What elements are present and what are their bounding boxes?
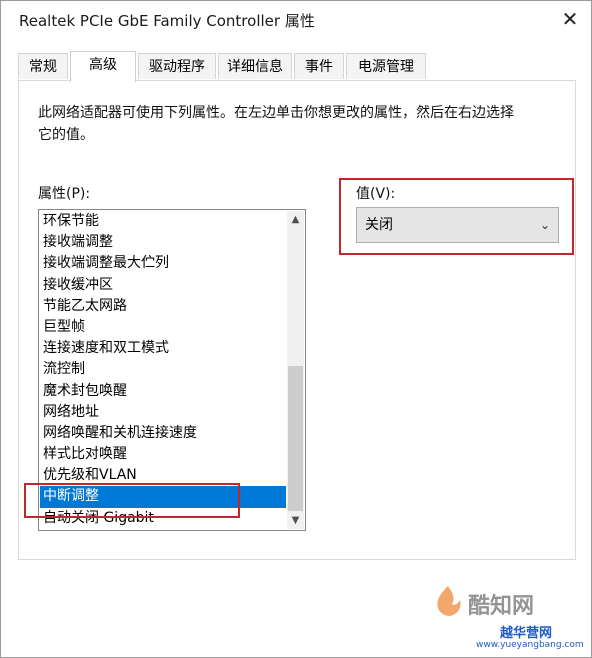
list-item[interactable]: 网络唤醒和关机连接速度 xyxy=(40,423,286,444)
flame-logo-icon xyxy=(437,586,461,616)
list-item[interactable]: 接收缓冲区 xyxy=(40,275,286,296)
tab-power-management[interactable]: 电源管理 xyxy=(346,53,426,79)
scroll-up-icon[interactable]: ▲ xyxy=(287,211,304,228)
watermark-site-url: www.yueyangbang.com xyxy=(476,640,584,650)
property-label: 属性(P): xyxy=(38,186,91,202)
value-highlight-box xyxy=(339,178,574,255)
scroll-down-icon[interactable]: ▼ xyxy=(287,512,304,529)
list-item[interactable]: 样式比对唤醒 xyxy=(40,444,286,465)
tab-general[interactable]: 常规 xyxy=(18,53,68,79)
list-item[interactable]: 接收端调整最大伫列 xyxy=(40,253,286,274)
list-item[interactable]: 连接速度和双工模式 xyxy=(40,338,286,359)
list-item[interactable]: 网络地址 xyxy=(40,402,286,423)
list-item[interactable]: 节能乙太网路 xyxy=(40,296,286,317)
scrollbar-thumb[interactable] xyxy=(288,366,303,511)
tab-details[interactable]: 详细信息 xyxy=(218,53,292,79)
property-highlight-box xyxy=(24,483,240,518)
tab-advanced[interactable]: 高级 xyxy=(70,51,136,82)
list-item[interactable]: 接收端调整 xyxy=(40,232,286,253)
list-item[interactable]: 流控制 xyxy=(40,359,286,380)
tab-events[interactable]: 事件 xyxy=(294,53,344,79)
vertical-scrollbar[interactable]: ▲ ▼ xyxy=(287,211,304,529)
list-item[interactable]: 巨型帧 xyxy=(40,317,286,338)
description-text: 此网络适配器可使用下列属性。在左边单击你想更改的属性，然后在右边选择它的值。 xyxy=(38,105,514,143)
list-item[interactable]: 魔术封包唤醒 xyxy=(40,381,286,402)
watermark-site-name: 越华营网 xyxy=(500,626,553,641)
watermark-brand: 酷知网 xyxy=(468,594,535,619)
list-item[interactable]: 环保节能 xyxy=(40,211,286,232)
window-title: Realtek PCIe GbE Family Controller 属性 xyxy=(19,12,315,30)
tab-driver[interactable]: 驱动程序 xyxy=(138,53,216,79)
property-list: 环保节能 接收端调整 接收端调整最大伫列 接收缓冲区 节能乙太网路 巨型帧 连接… xyxy=(40,211,286,529)
close-icon[interactable]: ✕ xyxy=(553,5,587,33)
